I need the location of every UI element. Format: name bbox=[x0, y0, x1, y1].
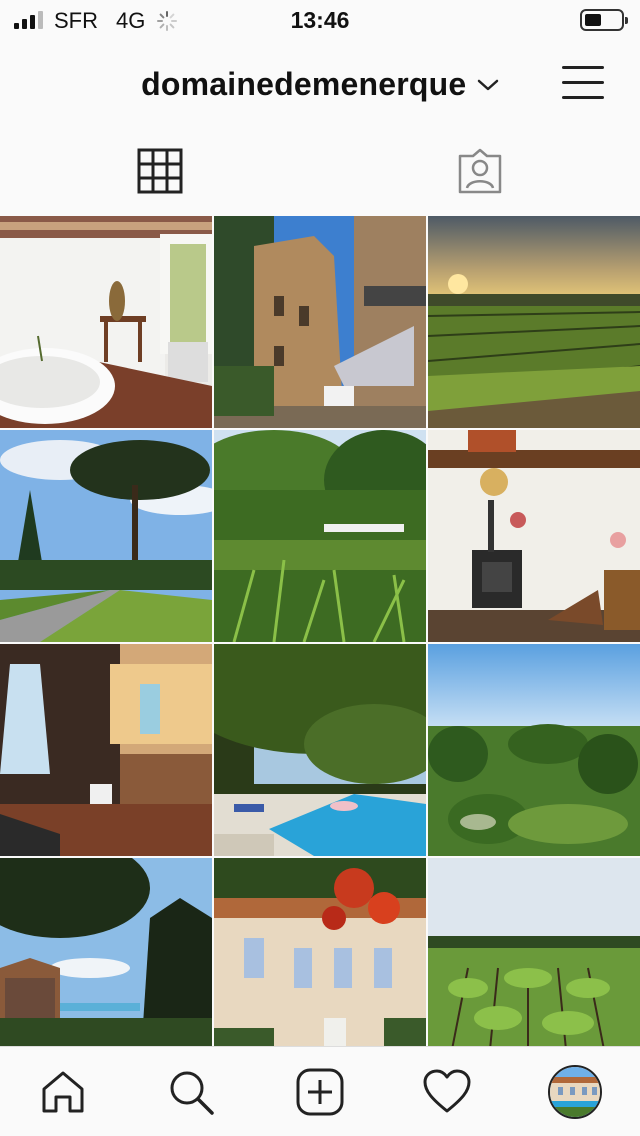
post-thumbnail-vineyard-sunset[interactable] bbox=[428, 216, 640, 428]
post-thumbnail-bathroom[interactable] bbox=[0, 216, 212, 428]
username[interactable]: domainedemenerque bbox=[141, 66, 466, 103]
status-time: 13:46 bbox=[290, 7, 350, 33]
post-thumbnail-village-street[interactable] bbox=[214, 216, 426, 428]
profile-header: domainedemenerque bbox=[0, 40, 640, 130]
nav-search[interactable] bbox=[166, 1067, 216, 1117]
add-post-icon bbox=[296, 1068, 344, 1116]
post-thumbnail-bathrobe-bathroom[interactable] bbox=[0, 644, 212, 856]
search-icon bbox=[170, 1071, 214, 1115]
post-thumbnail-pool-palm[interactable] bbox=[0, 858, 212, 1046]
post-thumbnail-vineyard-rows[interactable] bbox=[428, 858, 640, 1046]
tagged-person-icon bbox=[458, 148, 502, 194]
post-thumbnail-countryside-view[interactable] bbox=[428, 644, 640, 856]
bottom-navigation bbox=[0, 1046, 640, 1136]
home-icon bbox=[42, 1071, 84, 1113]
profile-avatar[interactable] bbox=[548, 1065, 602, 1119]
post-thumbnail-wood-stove[interactable] bbox=[428, 430, 640, 642]
nav-new-post[interactable] bbox=[295, 1067, 345, 1117]
tab-grid[interactable] bbox=[0, 130, 320, 214]
account-switcher[interactable]: domainedemenerque bbox=[0, 66, 640, 103]
tab-tagged[interactable] bbox=[320, 130, 640, 214]
battery-icon bbox=[580, 9, 628, 31]
post-thumbnail-house-facade-flowers[interactable] bbox=[214, 858, 426, 1046]
post-thumbnail-pine-trees-road[interactable] bbox=[0, 430, 212, 642]
heart-icon bbox=[423, 1069, 471, 1113]
post-thumbnail-swimming-pool[interactable] bbox=[214, 644, 426, 856]
status-bar: SFR 4G 13:46 bbox=[0, 0, 640, 40]
hamburger-menu-icon[interactable] bbox=[562, 64, 604, 102]
profile-tabs bbox=[0, 130, 640, 214]
post-thumbnail-garden-greenery[interactable] bbox=[214, 430, 426, 642]
nav-home[interactable] bbox=[38, 1067, 88, 1117]
nav-activity[interactable] bbox=[422, 1067, 472, 1117]
posts-grid bbox=[0, 216, 640, 1046]
chevron-down-icon[interactable] bbox=[477, 78, 499, 92]
grid-icon bbox=[137, 148, 183, 194]
